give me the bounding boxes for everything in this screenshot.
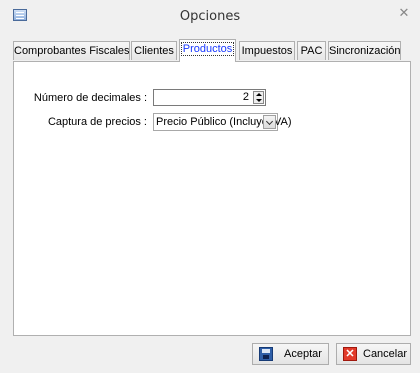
decimales-stepper[interactable]: 2 bbox=[153, 89, 266, 106]
decimales-value[interactable]: 2 bbox=[243, 91, 249, 103]
accept-label: Aceptar bbox=[284, 348, 322, 360]
tab-pac[interactable]: PAC bbox=[297, 41, 326, 60]
stepper-arrows-icon[interactable] bbox=[253, 91, 264, 104]
cancel-button[interactable]: ✕ Cancelar bbox=[336, 343, 411, 365]
title-bar: Opciones ✕ bbox=[0, 0, 420, 31]
tab-impuestos[interactable]: Impuestos bbox=[239, 41, 295, 60]
tab-sincronizacion[interactable]: Sincronización bbox=[328, 41, 401, 60]
tab-comprobantes-fiscales[interactable]: Comprobantes Fiscales bbox=[13, 41, 130, 60]
accept-button[interactable]: Aceptar bbox=[252, 343, 329, 365]
window-title: Opciones bbox=[179, 9, 241, 24]
decimales-label: Número de decimales : bbox=[33, 92, 147, 104]
cancel-label: Cancelar bbox=[363, 348, 408, 360]
cancel-icon: ✕ bbox=[343, 347, 357, 361]
save-icon bbox=[259, 347, 273, 361]
captura-precios-select[interactable]: Precio Público (Incluye IVA) bbox=[153, 113, 292, 131]
tab-clientes[interactable]: Clientes bbox=[131, 41, 177, 60]
tab-productos[interactable]: Productos bbox=[179, 39, 236, 62]
chevron-down-icon[interactable] bbox=[263, 115, 276, 129]
close-button[interactable]: ✕ bbox=[394, 4, 414, 22]
captura-label: Captura de precios : bbox=[47, 116, 147, 128]
